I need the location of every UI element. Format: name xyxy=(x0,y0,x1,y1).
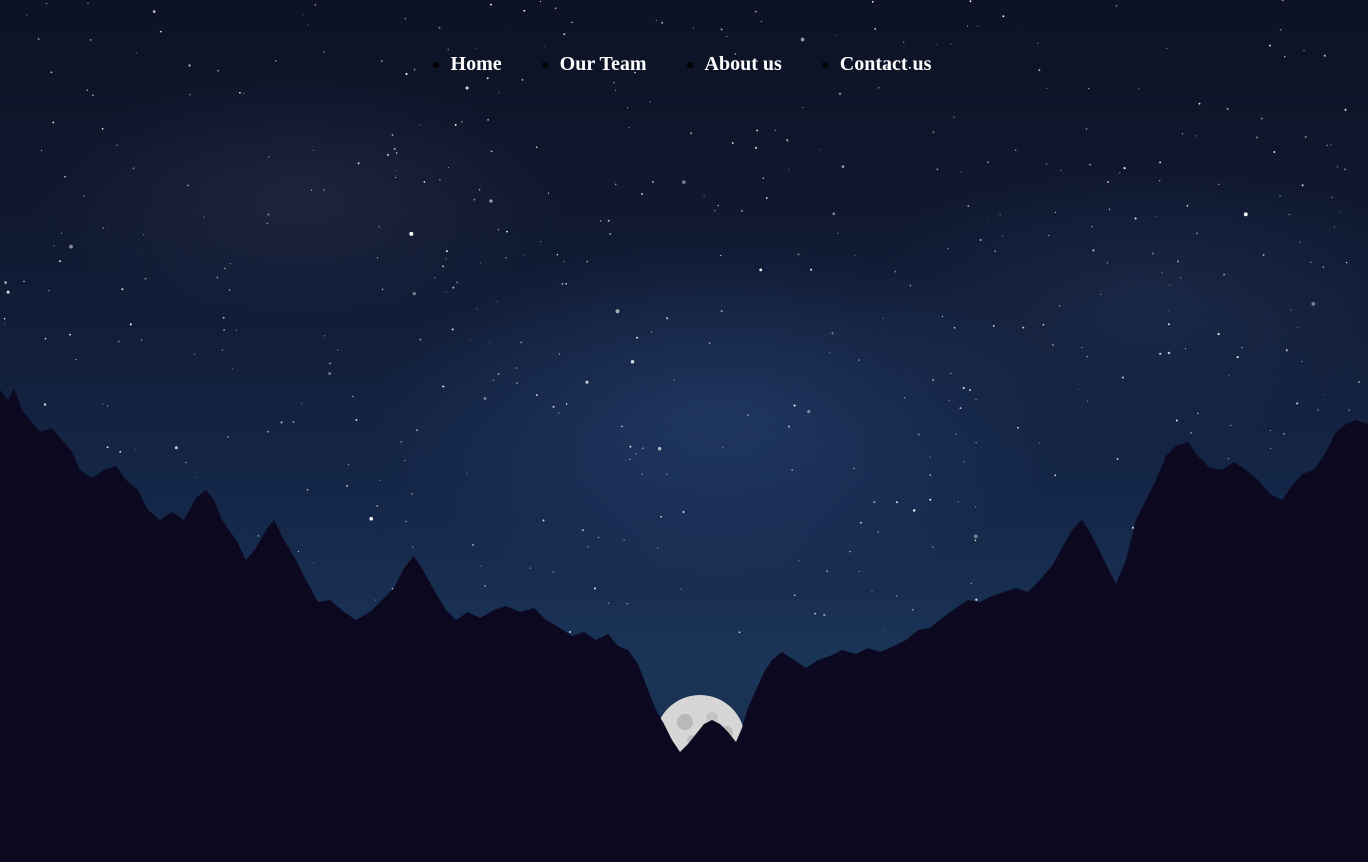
nav-link-about-us[interactable]: About us xyxy=(705,53,782,75)
forest-silhouette xyxy=(0,388,1368,862)
nav-item-about-us: About us xyxy=(705,42,782,86)
hero-background: Home Our Team About us Contact us xyxy=(0,0,1368,862)
nav-link-contact-us[interactable]: Contact us xyxy=(840,53,932,75)
nav-list: Home Our Team About us Contact us xyxy=(415,42,954,86)
nav-link-home[interactable]: Home xyxy=(451,53,502,75)
nav-link-our-team[interactable]: Our Team xyxy=(560,53,647,75)
main-nav: Home Our Team About us Contact us xyxy=(0,42,1368,91)
nav-item-home: Home xyxy=(451,42,502,86)
nav-item-our-team: Our Team xyxy=(560,42,647,86)
nav-item-contact-us: Contact us xyxy=(840,42,932,86)
